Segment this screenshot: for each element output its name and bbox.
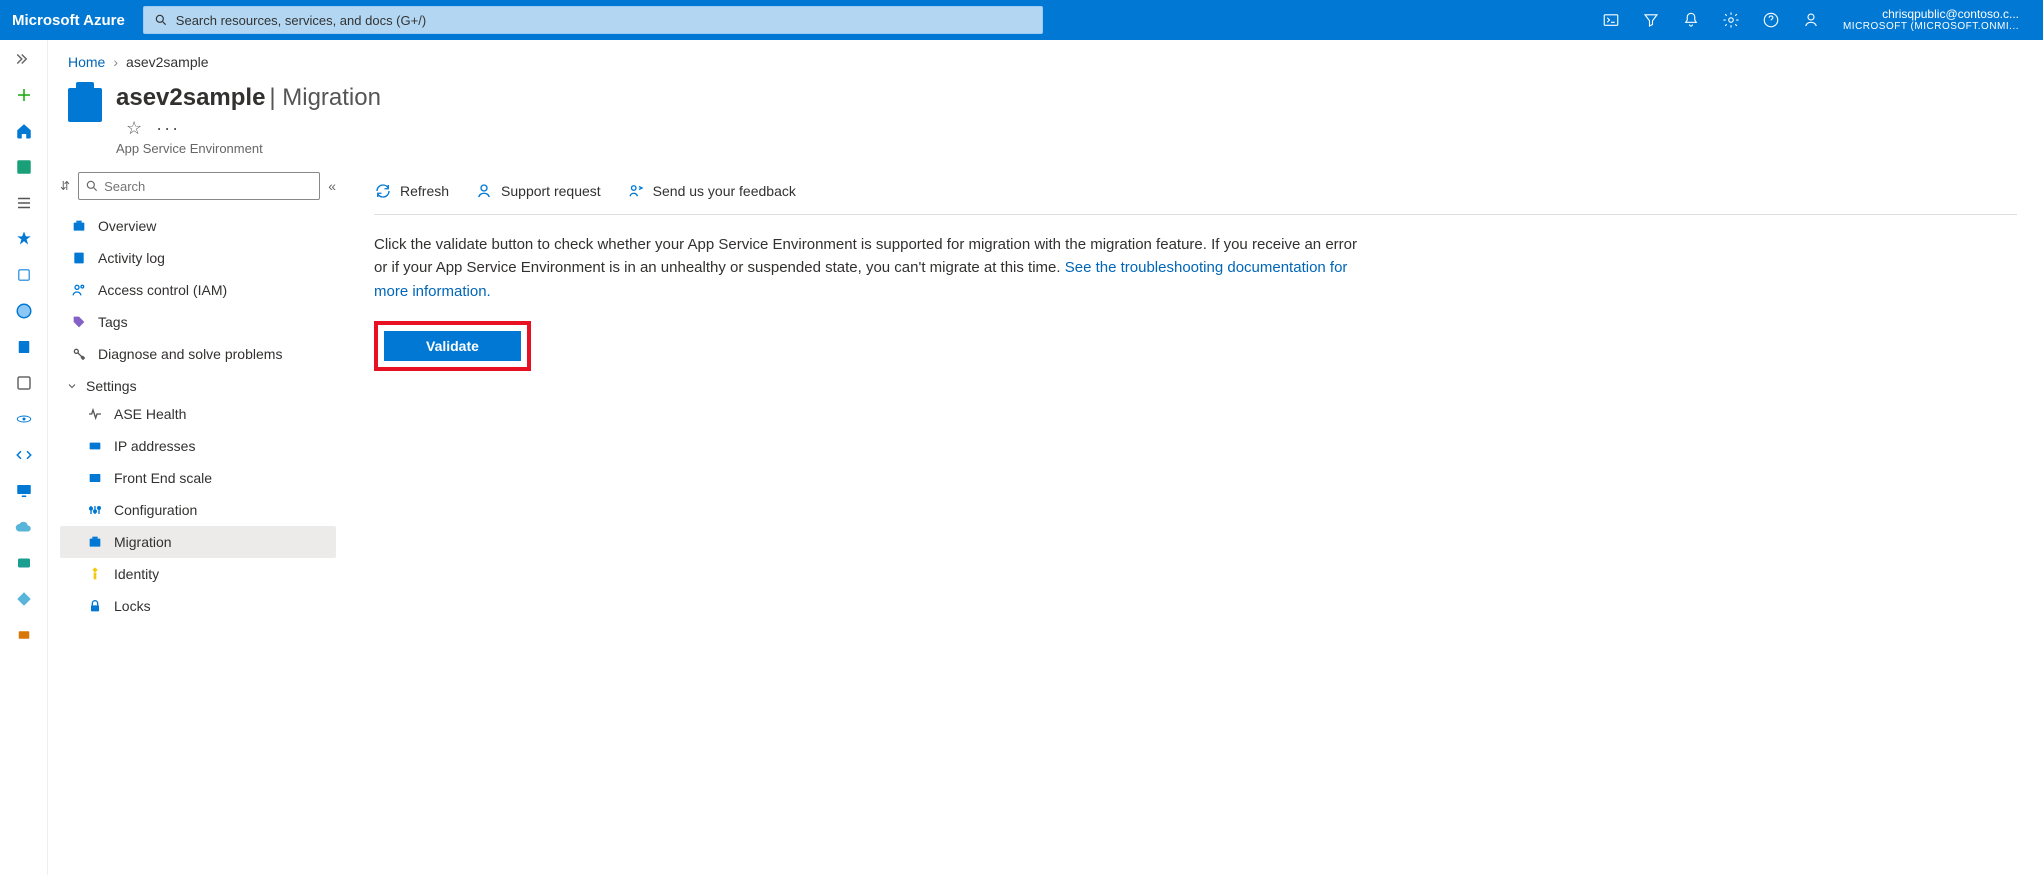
info-text: Click the validate button to check wheth… [374, 215, 1374, 303]
nav-overview[interactable]: Overview [60, 210, 336, 242]
nav-reorder-icon[interactable]: ⇵ [60, 179, 70, 193]
rail-expand-icon[interactable] [13, 48, 35, 70]
breadcrumb-home[interactable]: Home [68, 54, 105, 70]
nav-search[interactable] [78, 172, 320, 200]
rail-create-icon[interactable] [13, 84, 35, 106]
search-icon [154, 13, 168, 27]
feedback-icon[interactable] [1791, 0, 1831, 40]
nav-migration[interactable]: Migration [60, 526, 336, 558]
rail-home-icon[interactable] [13, 120, 35, 142]
nav-locks[interactable]: Locks [60, 590, 336, 622]
blade-body: ⇵ « Overview Activity log [48, 162, 2043, 875]
support-icon [475, 182, 493, 200]
favorite-icon[interactable]: ☆ [126, 118, 142, 139]
content-column: Refresh Support request Send us your fee… [348, 162, 2043, 875]
account-email: chrisqpublic@contoso.c... [1843, 8, 2019, 21]
iam-icon [70, 281, 88, 299]
feedback-button[interactable]: Send us your feedback [627, 182, 796, 200]
identity-icon [86, 565, 104, 583]
nav-search-input[interactable] [104, 179, 313, 194]
nav-frontend-scale[interactable]: Front End scale [60, 462, 336, 494]
resource-kind: App Service Environment [116, 141, 381, 156]
rail-all-services-icon[interactable] [13, 192, 35, 214]
activity-log-icon [70, 249, 88, 267]
nav-activity-log[interactable]: Activity log [60, 242, 336, 274]
rail-diamond-icon[interactable] [13, 588, 35, 610]
nav-ip-addresses[interactable]: IP addresses [60, 430, 336, 462]
rail-atom-icon[interactable] [13, 408, 35, 430]
nav-configuration[interactable]: Configuration [60, 494, 336, 526]
nav-collapse-icon[interactable]: « [328, 178, 336, 194]
locks-icon [86, 597, 104, 615]
rail-monitor-icon[interactable] [13, 480, 35, 502]
account-box[interactable]: chrisqpublic@contoso.c... MICROSOFT (MIC… [1831, 8, 2031, 32]
button-row: Validate [374, 321, 2017, 371]
nav-diagnose[interactable]: Diagnose and solve problems [60, 338, 336, 370]
topbar-right: chrisqpublic@contoso.c... MICROSOFT (MIC… [1591, 0, 2031, 40]
global-search[interactable] [143, 6, 1043, 34]
chevron-down-icon [66, 380, 78, 392]
migration-icon [86, 533, 104, 551]
rail-app-icon[interactable] [13, 372, 35, 394]
nav-access-control[interactable]: Access control (IAM) [60, 274, 336, 306]
rail-server-icon[interactable] [13, 336, 35, 358]
breadcrumb-separator: › [113, 54, 118, 70]
cloud-shell-icon[interactable] [1591, 0, 1631, 40]
nav-tags[interactable]: Tags [60, 306, 336, 338]
rail-code-icon[interactable] [13, 444, 35, 466]
breadcrumb-resource[interactable]: asev2sample [126, 54, 209, 70]
nav-identity[interactable]: Identity [60, 558, 336, 590]
refresh-icon [374, 182, 392, 200]
diagnose-icon [70, 345, 88, 363]
page-title-page: | Migration [269, 84, 381, 111]
feedback-icon [627, 182, 645, 200]
help-icon[interactable] [1751, 0, 1791, 40]
breadcrumb: Home › asev2sample [48, 40, 2043, 74]
tags-icon [70, 313, 88, 331]
nav-section-settings[interactable]: Settings [60, 370, 336, 398]
toolbar: Refresh Support request Send us your fee… [374, 170, 2017, 215]
rail-dashboard-icon[interactable] [13, 156, 35, 178]
global-search-input[interactable] [176, 13, 1032, 28]
account-directory: MICROSOFT (MICROSOFT.ONMI... [1843, 21, 2019, 32]
more-icon[interactable]: ··· [156, 118, 180, 139]
rail-badge-icon[interactable] [13, 624, 35, 646]
ip-icon [86, 437, 104, 455]
page-title-resource: asev2sample [116, 84, 265, 111]
brand-label: Microsoft Azure [12, 12, 125, 29]
refresh-button[interactable]: Refresh [374, 182, 449, 200]
rail-cloud-icon[interactable] [13, 516, 35, 538]
support-button[interactable]: Support request [475, 182, 601, 200]
overview-icon [70, 217, 88, 235]
frontend-icon [86, 469, 104, 487]
filter-icon[interactable] [1631, 0, 1671, 40]
rail-favorites-icon[interactable] [13, 228, 35, 250]
rail-db-icon[interactable] [13, 552, 35, 574]
nav-ase-health[interactable]: ASE Health [60, 398, 336, 430]
left-rail [0, 40, 48, 875]
search-icon [85, 179, 99, 193]
notifications-icon[interactable] [1671, 0, 1711, 40]
nav-column: ⇵ « Overview Activity log [48, 162, 348, 875]
rail-globe-icon[interactable] [13, 300, 35, 322]
highlight-box: Validate [374, 321, 531, 371]
validate-button[interactable]: Validate [384, 331, 521, 361]
resource-icon [68, 88, 102, 122]
rail-resource-icon[interactable] [13, 264, 35, 286]
settings-icon[interactable] [1711, 0, 1751, 40]
main: Home › asev2sample asev2sample | Migrati… [0, 40, 2043, 875]
content-area: Home › asev2sample asev2sample | Migrati… [48, 40, 2043, 875]
health-icon [86, 405, 104, 423]
configuration-icon [86, 501, 104, 519]
top-bar: Microsoft Azure chrisqpublic@contoso.c..… [0, 0, 2043, 40]
page-header: asev2sample | Migration ☆ ··· App Servic… [48, 74, 2043, 162]
